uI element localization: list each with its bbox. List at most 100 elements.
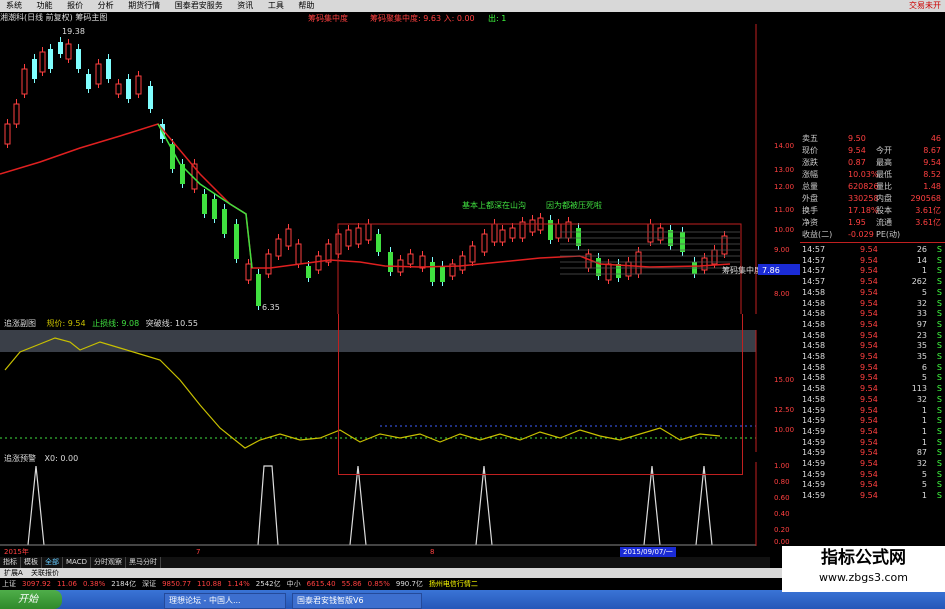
candle-body	[605, 263, 612, 281]
quote-key2: 内盘	[876, 194, 892, 203]
sub1-name: 追涨副图	[4, 319, 36, 328]
tick-volume: 262	[911, 277, 927, 287]
candle-body	[295, 243, 302, 265]
tick-price: 9.54	[860, 277, 878, 287]
quote-key2: 最高	[876, 158, 892, 167]
main-kline-chart[interactable]: 19.38 6.35 基本上都深在山沟 因为都被压死啦 筹码集中度 7.86 1…	[0, 24, 800, 314]
tick-row: 14:59 9.54 32 S	[800, 459, 945, 469]
quote-key: 净资	[802, 218, 818, 227]
date-axis: 2015年 7 8 2015/09/07/一	[0, 547, 770, 557]
y-tick-sub2-4: 0.20	[774, 526, 790, 534]
tick-time: 14:59	[802, 416, 826, 426]
tab-macd[interactable]: MACD	[63, 557, 91, 568]
quote-value: 10.03%	[848, 170, 879, 179]
alert-spike	[27, 465, 45, 546]
candle-body	[245, 263, 252, 281]
tick-row: 14:57 9.54 14 S	[800, 256, 945, 266]
related-quote-button[interactable]: 关联报价	[31, 569, 59, 577]
tick-side: S	[936, 394, 942, 404]
tick-side: S	[936, 287, 942, 297]
tick-side: S	[936, 255, 942, 265]
menu-item-analysis[interactable]: 分析	[92, 0, 120, 12]
quote-value2: 290568	[910, 194, 941, 203]
tick-side: S	[936, 277, 942, 287]
tick-row: 14:59 9.54 1 S	[800, 416, 945, 426]
candle-body	[126, 79, 131, 99]
task-forum[interactable]: 理想论坛 - 中国人...	[164, 593, 286, 609]
tab-intraday[interactable]: 分时观察	[91, 557, 126, 568]
date-year: 2015年	[4, 548, 29, 556]
site-watermark: 指标公式网 www.zbgs3.com	[782, 546, 945, 592]
tick-time: 14:59	[802, 448, 826, 458]
y-tick-main-6: 8.00	[774, 290, 790, 298]
tick-time: 14:57	[802, 245, 826, 254]
date-month-7: 7	[196, 548, 201, 556]
tick-volume: 6	[921, 362, 927, 372]
candle-body	[345, 229, 352, 247]
menu-item-futures[interactable]: 期货行情	[122, 0, 166, 12]
tick-price: 9.54	[860, 426, 878, 436]
tick-side: S	[936, 298, 942, 308]
tab-all[interactable]: 全部	[42, 557, 63, 568]
tick-row: 14:59 9.54 1 S	[800, 406, 945, 416]
y-tick-sub2-5: 0.00	[774, 538, 790, 546]
tab-darkhorse[interactable]: 黑马分时	[126, 557, 161, 568]
tick-time: 14:58	[802, 298, 826, 308]
highlight-box	[338, 314, 743, 475]
menu-item-function[interactable]: 功能	[31, 0, 59, 12]
tab-indicator[interactable]: 指标	[0, 557, 21, 568]
candle-body	[48, 49, 53, 69]
alert-spike	[695, 465, 713, 546]
tick-price: 9.54	[860, 266, 878, 276]
low-price-label: 6.35	[262, 303, 280, 312]
candle-body	[365, 223, 372, 241]
task-trading-app[interactable]: 国泰君安钱智版V6	[292, 593, 422, 609]
ext-a-button[interactable]: 扩展A	[4, 569, 23, 577]
quote-key: 涨跌	[802, 158, 818, 167]
menu-item-help[interactable]: 帮助	[292, 0, 320, 12]
sh-label[interactable]: 上证	[2, 578, 16, 590]
tick-row: 14:59 9.54 1 S	[800, 438, 945, 448]
y-tick-sub1-0: 15.00	[774, 376, 794, 384]
tab-template[interactable]: 模板	[21, 557, 42, 568]
news-ticker[interactable]: 扬州电信行情二	[429, 578, 478, 590]
quote-row: 涨幅 10.03% 最低 8.52	[800, 169, 945, 181]
tick-row: 14:59 9.54 5 S	[800, 470, 945, 480]
trade-status[interactable]: 交易未开	[909, 0, 945, 12]
menu-item-tools[interactable]: 工具	[262, 0, 290, 12]
menu-item-news[interactable]: 资讯	[231, 0, 259, 12]
quote-panel: 卖五 9.50 46 现价 9.54 今开 8.67 涨跌 0.87 最高 9.…	[800, 133, 945, 553]
tick-price: 9.54	[860, 405, 878, 415]
sub1-trend-value: 9.54	[67, 319, 86, 328]
candle-body	[65, 43, 72, 60]
candle-body	[376, 234, 381, 252]
tick-price: 9.54	[860, 319, 878, 329]
candle-body	[407, 253, 414, 265]
mid-label[interactable]: 中小	[287, 578, 301, 590]
start-button[interactable]: 开始	[0, 590, 62, 609]
menu-item-system[interactable]: 系统	[0, 0, 28, 12]
candle-body	[430, 262, 435, 282]
tick-row: 14:58 9.54 113 S	[800, 384, 945, 394]
sz-label[interactable]: 深证	[142, 578, 156, 590]
tick-time: 14:59	[802, 426, 826, 436]
menu-item-quote[interactable]: 报价	[61, 0, 89, 12]
tick-side: S	[936, 459, 942, 468]
quote-key2: 今开	[876, 146, 892, 155]
tick-volume: 32	[916, 394, 927, 404]
sz-value: 9850.77	[162, 580, 192, 588]
tick-row: 14:58 9.54 5 S	[800, 288, 945, 298]
quote-row: 总量 620826 量比 1.48	[800, 181, 945, 193]
candle-body	[148, 86, 153, 109]
quote-value2: 8.52	[923, 170, 941, 179]
candle-body	[58, 42, 63, 54]
menu-item-service[interactable]: 国泰君安服务	[169, 0, 229, 12]
tick-side: S	[936, 245, 942, 254]
tick-price: 9.54	[860, 255, 878, 265]
tick-time: 14:59	[802, 437, 826, 447]
tick-volume: 1	[921, 416, 927, 426]
quote-value: 620826	[848, 182, 879, 191]
quote-value: 9.54	[848, 146, 866, 155]
quote-key: 涨幅	[802, 170, 818, 179]
tick-time: 14:57	[802, 277, 826, 287]
